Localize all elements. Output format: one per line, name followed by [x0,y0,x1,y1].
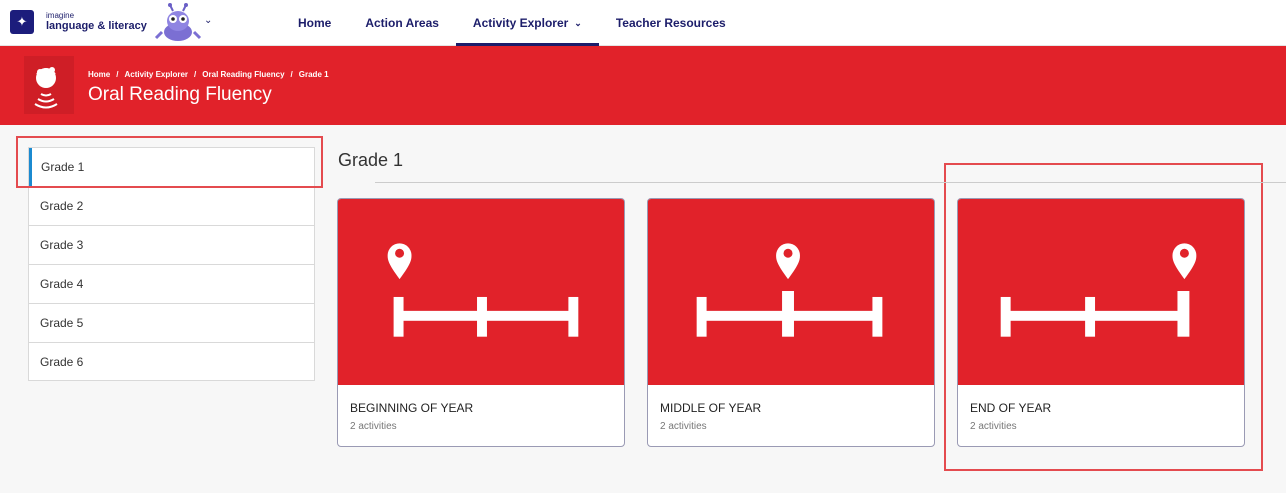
page-title: Oral Reading Fluency [88,84,272,105]
card-subtitle: 2 activities [660,421,707,432]
sidebar-item-label: Grade 2 [40,199,84,213]
highlight-box-grade-1 [16,136,323,188]
top-navigation-bar: ✦ imagine language & literacy ⌄ Home Act… [0,0,1286,46]
nav-label: Activity Explorer [472,16,569,30]
sidebar-item-grade-5[interactable]: Grade 5 [29,304,314,343]
brand-big-text: language & literacy [46,20,147,32]
nav-item-action-areas[interactable]: Action Areas [348,0,456,46]
main-nav: Home Action Areas Activity Explorer ⌄ Tea… [281,0,743,46]
sidebar-item-grade-2[interactable]: Grade 2 [29,187,314,226]
card-end-of-year[interactable]: END OF YEAR 2 activities [957,198,1245,447]
sparkle-icon: ✦ [10,10,34,34]
brand-wordmark: imagine language & literacy [46,12,147,32]
timeline-pin-start-icon [338,199,624,385]
breadcrumb-separator: / [290,70,293,79]
timeline-pin-end-icon [958,199,1244,385]
content-title: Grade 1 [338,150,404,170]
card-middle-of-year[interactable]: MIDDLE OF YEAR 2 activities [647,198,935,447]
nav-label: Action Areas [365,16,439,30]
breadcrumb: Home / Activity Explorer / Oral Reading … [88,70,329,79]
page-banner: Home / Activity Explorer / Oral Reading … [0,46,1286,125]
timeline-pin-middle-icon [648,199,934,385]
sidebar-item-label: Grade 3 [40,238,84,252]
content-divider [375,182,1286,183]
nav-item-activity-explorer[interactable]: Activity Explorer ⌄ [455,0,599,46]
nav-label: Teacher Resources [615,16,726,30]
card-title: MIDDLE OF YEAR [660,401,762,415]
card-title: END OF YEAR [970,401,1052,415]
robot-mascot-icon[interactable] [154,2,202,44]
breadcrumb-current: Grade 1 [298,70,329,79]
card-subtitle: 2 activities [970,421,1017,432]
brand-small-text: imagine [46,11,75,20]
breadcrumb-separator: / [116,70,119,79]
brand-logo[interactable]: ✦ imagine language & literacy [10,10,147,34]
card-subtitle: 2 activities [350,421,397,432]
breadcrumb-activity-explorer[interactable]: Activity Explorer [124,70,188,79]
chevron-down-icon: ⌄ [574,17,582,28]
sidebar-item-grade-6[interactable]: Grade 6 [29,343,314,380]
nav-item-teacher-resources[interactable]: Teacher Resources [599,0,743,46]
breadcrumb-home[interactable]: Home [88,70,110,79]
sidebar-item-label: Grade 5 [40,316,84,330]
chevron-down-icon[interactable]: ⌄ [204,15,212,26]
card-beginning-of-year[interactable]: BEGINNING OF YEAR 2 activities [337,198,625,447]
sidebar-item-label: Grade 4 [40,277,84,291]
breadcrumb-separator: / [194,70,197,79]
nav-label: Home [298,16,332,30]
sidebar-item-grade-4[interactable]: Grade 4 [29,265,314,304]
sidebar-item-label: Grade 6 [40,354,84,369]
breadcrumb-oral-reading-fluency[interactable]: Oral Reading Fluency [202,70,284,79]
card-title: BEGINNING OF YEAR [350,401,474,415]
child-speaking-icon [24,56,74,114]
nav-item-home[interactable]: Home [281,0,348,46]
sidebar-item-grade-3[interactable]: Grade 3 [29,226,314,265]
